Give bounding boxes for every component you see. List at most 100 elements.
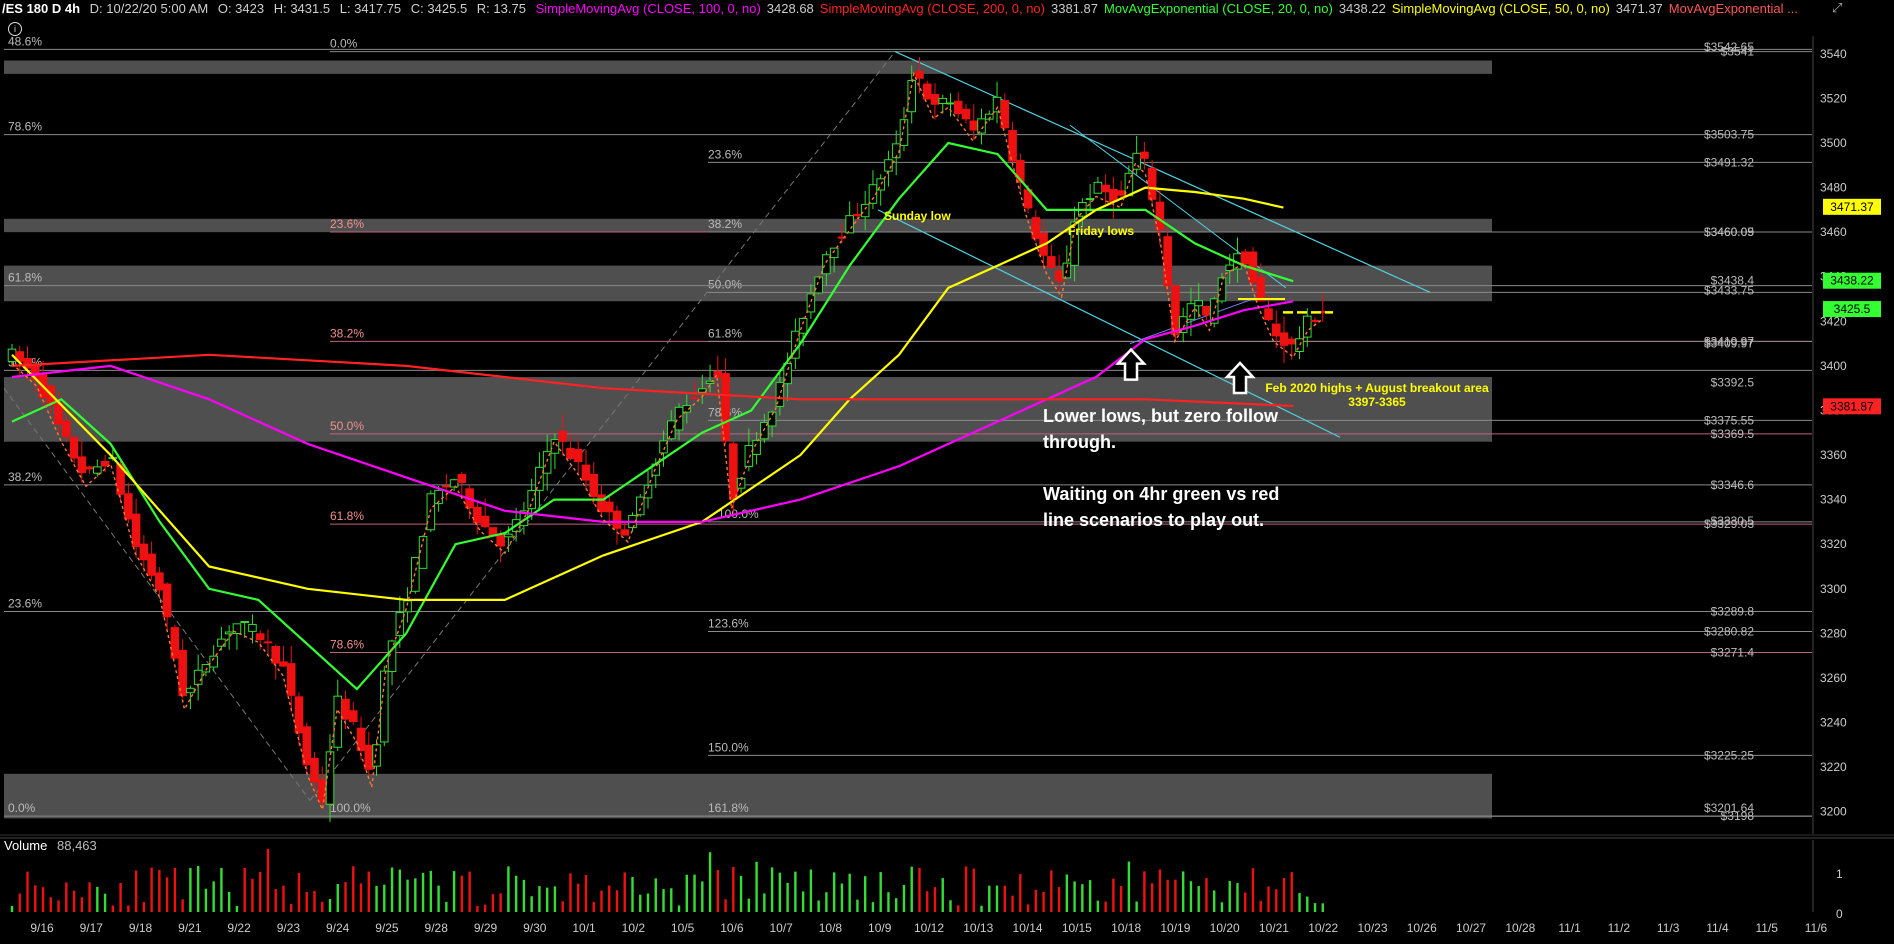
candle-body: [263, 641, 273, 644]
volume-bar: [80, 897, 84, 912]
candle-body: [240, 621, 249, 624]
volume-bar: [165, 877, 169, 912]
volume-bar: [514, 875, 518, 912]
price-level-label: $3346.6: [1711, 478, 1755, 492]
candle-body: [915, 70, 924, 79]
y-tick-label: 3520: [1820, 91, 1847, 105]
price-level-label: $3369.5: [1711, 427, 1755, 441]
zone-band: [4, 218, 1492, 233]
fib-label: 23.6%: [8, 597, 42, 611]
x-tick-label: 9/17: [80, 921, 104, 935]
price-chart[interactable]: 0.0%78.6%23.6%23.6% 38.2%50.0%38.2% 61.8%5…: [0, 0, 1894, 944]
annotation-friday-lows: Friday lows: [1068, 224, 1135, 238]
annotation-lower-lows: Lower lows, but zero follow through.: [1043, 406, 1279, 452]
volume-bar: [10, 905, 14, 912]
volume-bar: [623, 872, 626, 912]
volume-bar: [1236, 883, 1239, 912]
volume-bar: [507, 866, 510, 912]
fib-label: 38.2%: [708, 217, 742, 231]
study-label[interactable]: MovAvgExponential (CLOSE, 20, 0, no): [1104, 1, 1333, 16]
price-level-label: $3280.82: [1704, 625, 1754, 639]
volume-bar: [173, 868, 177, 912]
volume-bar: [375, 885, 378, 912]
candle-body: [558, 430, 567, 442]
y-tick-label: 3320: [1820, 537, 1847, 551]
candle-body: [612, 510, 622, 529]
candle-body: [845, 215, 854, 234]
candle-body: [992, 96, 1002, 113]
volume-bar: [328, 899, 332, 912]
candle-body: [1240, 251, 1250, 265]
candle-body: [286, 663, 296, 696]
symbol-label[interactable]: /ES 180 D 4h: [2, 1, 80, 16]
volume-bar: [972, 868, 975, 912]
x-tick-label: 9/24: [326, 921, 350, 935]
x-tick-label: 10/26: [1407, 921, 1437, 935]
volume-tick: 0: [1836, 907, 1843, 921]
x-tick-label: 10/13: [963, 921, 993, 935]
volume-bar: [600, 890, 603, 912]
candle-body: [1163, 236, 1172, 287]
candle-body: [480, 515, 490, 528]
high-label: H: 3431.5: [273, 1, 331, 16]
study-label[interactable]: SimpleMovingAvg (CLOSE, 100, 0, no): [536, 1, 761, 16]
study-list: SimpleMovingAvg (CLOSE, 100, 0, no) 3428.…: [536, 1, 1804, 16]
volume-bar: [677, 905, 681, 912]
volume-bar: [196, 866, 200, 912]
info-icon[interactable]: i: [8, 22, 22, 36]
candle-body: [317, 779, 327, 803]
study-label[interactable]: SimpleMovingAvg (CLOSE, 200, 0, no): [820, 1, 1045, 16]
x-tick-label: 9/18: [129, 921, 153, 935]
study-label[interactable]: SimpleMovingAvg (CLOSE, 50, 0, no): [1392, 1, 1610, 16]
x-tick-label: 9/22: [227, 921, 251, 935]
study-label[interactable]: MovAvgExponential ...: [1669, 1, 1798, 16]
volume-bar: [1034, 889, 1038, 912]
volume-bar: [127, 905, 130, 912]
candle-body: [930, 93, 940, 105]
candle-body: [798, 317, 808, 334]
study-value: 3471.37: [1615, 1, 1663, 16]
volume-bar: [1119, 885, 1123, 912]
volume-bar: [856, 899, 859, 912]
volume-bar: [801, 891, 805, 912]
candle-body: [1109, 188, 1118, 202]
x-tick-label: 10/22: [1308, 921, 1338, 935]
volume-bar: [1081, 884, 1084, 912]
volume-bar: [1104, 901, 1107, 912]
volume-bar: [1150, 883, 1154, 912]
fib-label: 38.2%: [8, 470, 42, 484]
candle-body: [124, 493, 133, 520]
candle-body: [1093, 181, 1103, 194]
volume-bar: [72, 890, 76, 912]
volume-bar: [468, 871, 471, 912]
candle-body: [899, 119, 909, 146]
fib-label: 61.8%: [8, 271, 42, 285]
volume-bar: [243, 867, 246, 912]
volume-bar: [1073, 881, 1076, 912]
volume-bar: [274, 888, 277, 912]
candle-body: [860, 203, 870, 218]
volume-bar: [1189, 881, 1193, 912]
volume-bar: [747, 898, 751, 912]
collapse-icon[interactable]: ⤢: [1832, 0, 1850, 16]
volume-bar: [499, 893, 502, 912]
volume-bar: [538, 886, 541, 912]
candle-body: [1264, 308, 1273, 321]
candle-body: [961, 108, 971, 120]
volume-bar: [1313, 903, 1317, 912]
volume-bar: [452, 871, 456, 912]
date-label: D: 10/22/20 5:00 AM: [89, 1, 209, 16]
volume-bar: [398, 869, 402, 912]
candle-body: [690, 397, 699, 400]
volume-bar: [522, 879, 526, 912]
candle-body: [442, 485, 451, 488]
x-tick-label: 10/27: [1456, 921, 1486, 935]
x-tick-label: 9/28: [425, 921, 449, 935]
candle-body: [155, 572, 164, 591]
candle-body: [364, 744, 374, 770]
candle-body: [1287, 338, 1297, 345]
volume-bar: [367, 871, 370, 912]
price-level-label: $3491.32: [1704, 155, 1754, 169]
fib-label: 150.0%: [708, 740, 749, 754]
volume-bar: [530, 896, 533, 912]
